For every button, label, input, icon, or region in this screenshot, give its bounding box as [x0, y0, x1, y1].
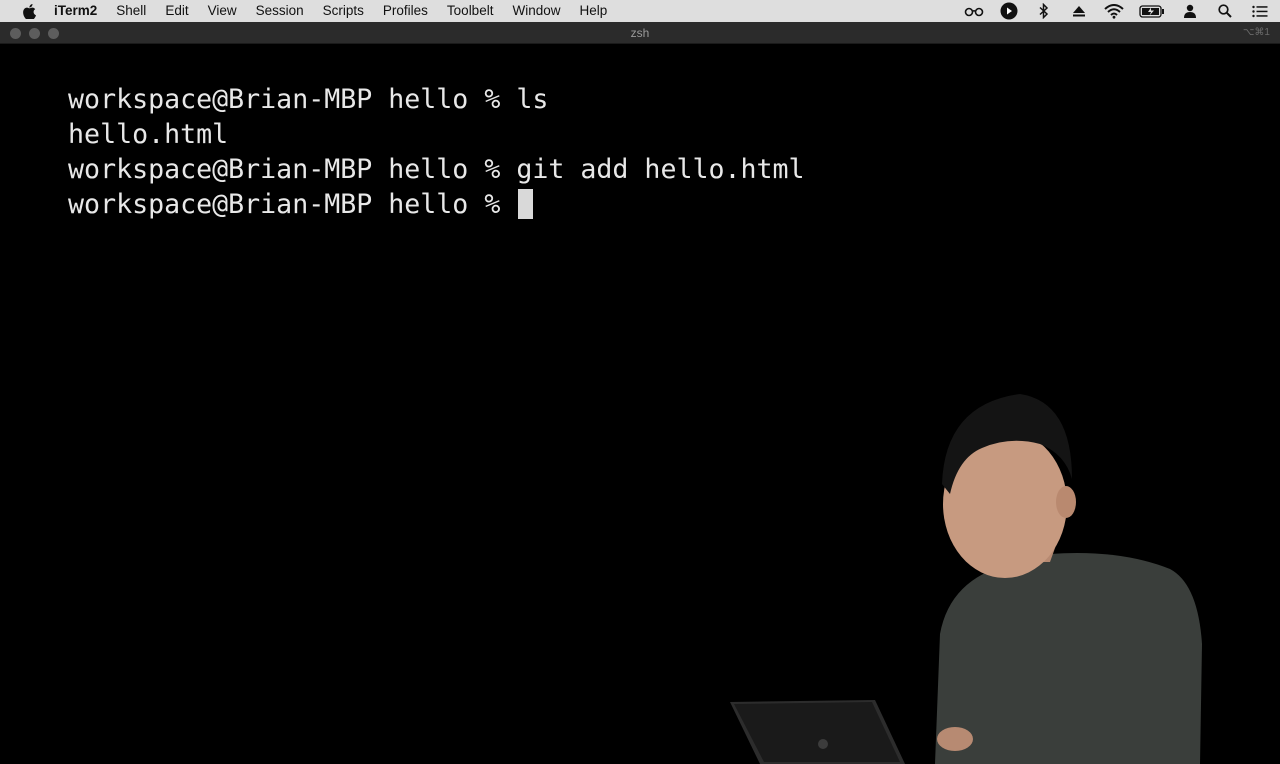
text-cursor: [518, 189, 534, 219]
window-shortcut: ⌥⌘1: [1242, 27, 1270, 38]
terminal-line: workspace@Brian-MBP hello % git add hell…: [4, 117, 805, 185]
menu-session[interactable]: Session: [256, 0, 304, 22]
window-title: zsh: [630, 26, 650, 40]
wifi-icon[interactable]: [1104, 3, 1124, 19]
window-title-bar: zsh ⌥⌘1: [0, 22, 1280, 44]
menu-window[interactable]: Window: [512, 0, 560, 22]
presenter-video-overlay: [730, 394, 1202, 764]
menu-shell[interactable]: Shell: [116, 0, 146, 22]
menu-bar: iTerm2 Shell Edit View Session Scripts P…: [0, 0, 1280, 22]
menu-edit[interactable]: Edit: [165, 0, 188, 22]
terminal-prompt-line: workspace@Brian-MBP hello %: [4, 152, 534, 220]
terminal-line: workspace@Brian-MBP hello % ls: [4, 47, 548, 115]
menu-scripts[interactable]: Scripts: [323, 0, 364, 22]
apple-icon[interactable]: [22, 3, 36, 19]
menu-toolbelt[interactable]: Toolbelt: [447, 0, 494, 22]
menu-profiles[interactable]: Profiles: [383, 0, 428, 22]
terminal-pane[interactable]: workspace@Brian-MBP hello % ls hello.htm…: [0, 44, 1280, 764]
glasses-icon[interactable]: [964, 3, 984, 19]
menu-view[interactable]: View: [208, 0, 237, 22]
user-icon[interactable]: [1180, 3, 1200, 19]
terminal-line: hello.html: [4, 82, 228, 150]
bluetooth-icon[interactable]: [1034, 3, 1054, 19]
play-icon[interactable]: [999, 2, 1019, 20]
menu-app-name[interactable]: iTerm2: [54, 0, 97, 22]
battery-icon[interactable]: [1139, 3, 1165, 19]
search-icon[interactable]: [1215, 3, 1235, 19]
eject-icon[interactable]: [1069, 3, 1089, 19]
status-area: [964, 0, 1270, 22]
terminal-line-text: workspace@Brian-MBP hello %: [68, 189, 517, 220]
menu-help[interactable]: Help: [579, 0, 607, 22]
list-icon[interactable]: [1250, 3, 1270, 19]
